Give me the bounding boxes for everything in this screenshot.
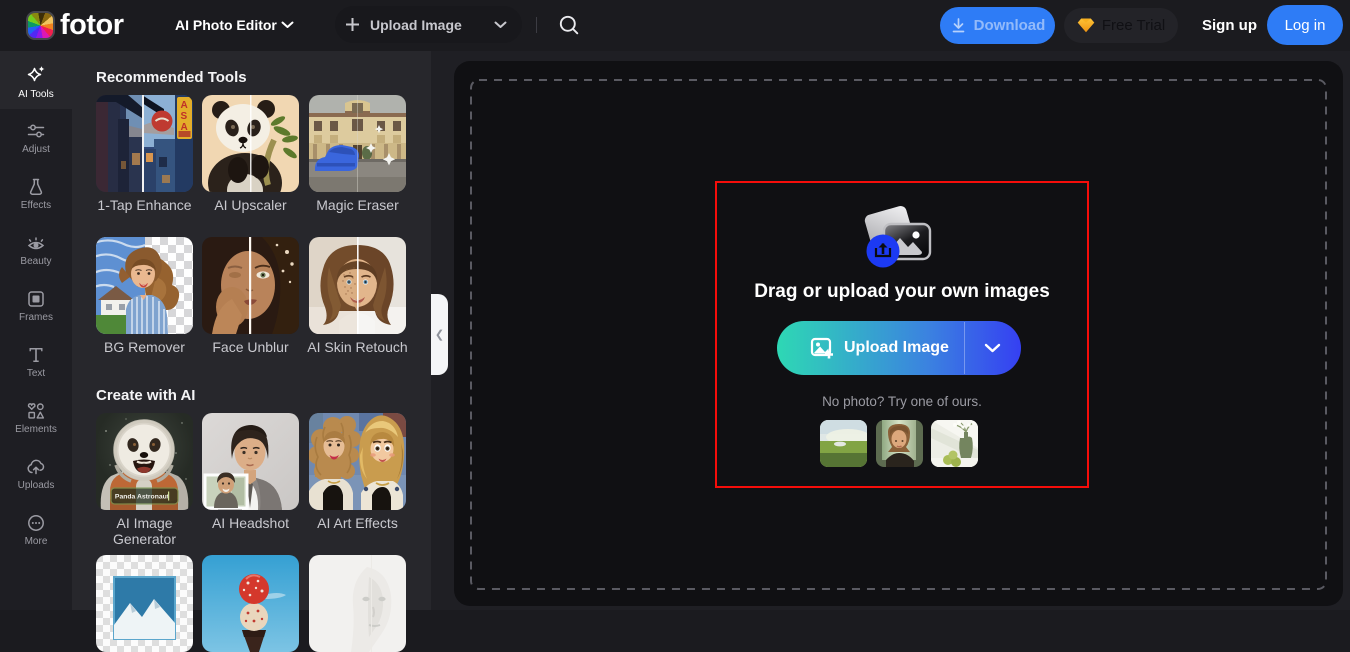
svg-text:Panda Astronaut: Panda Astronaut — [115, 494, 170, 501]
svg-text:S: S — [181, 111, 188, 122]
svg-text:A: A — [181, 100, 188, 111]
